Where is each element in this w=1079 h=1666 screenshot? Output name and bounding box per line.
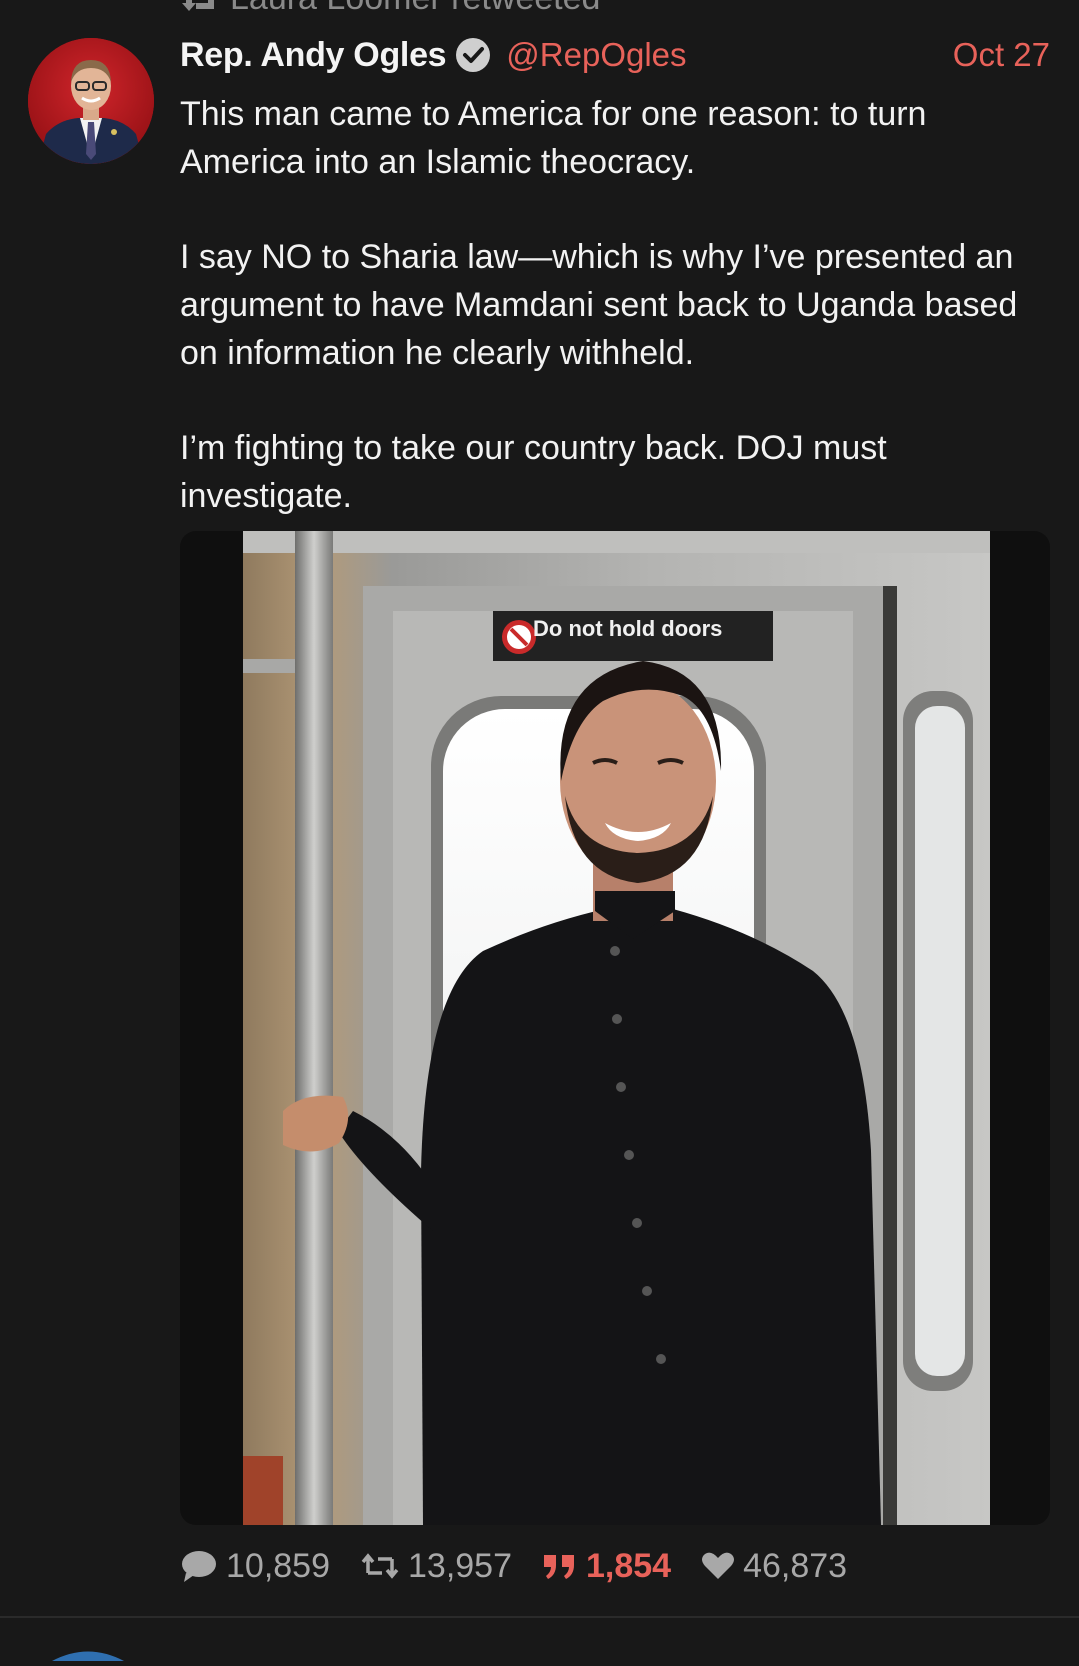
retweet-icon xyxy=(361,1553,399,1579)
tweet-actions: 10,859 13,957 1,854 46,873 xyxy=(180,1540,877,1592)
reply-icon xyxy=(182,1551,216,1582)
quote-count: 1,854 xyxy=(586,1546,672,1585)
retweet-context[interactable]: Laura Loomer retweeted xyxy=(180,0,600,18)
tweet-body: This man came to America for one reason:… xyxy=(180,90,1050,520)
tweet-paragraph: This man came to America for one reason:… xyxy=(180,95,927,181)
tweet-date[interactable]: Oct 27 xyxy=(953,36,1050,74)
tweet-media[interactable]: Do not hold doors xyxy=(180,531,1050,1525)
like-button[interactable]: 46,873 xyxy=(701,1547,847,1586)
tweet-header: Rep. Andy Ogles @RepOgles Oct 27 xyxy=(180,30,1050,80)
media-sign-text: Do not hold doors xyxy=(533,616,723,641)
next-tweet-avatar xyxy=(52,1651,124,1661)
media-photo xyxy=(243,531,990,1525)
verified-badge-icon xyxy=(456,38,491,72)
retweet-count: 13,957 xyxy=(408,1546,512,1585)
retweet-icon xyxy=(182,0,214,11)
heart-icon xyxy=(702,1552,735,1579)
retweet-context-text: Laura Loomer retweeted xyxy=(230,0,600,18)
retweet-button[interactable]: 13,957 xyxy=(360,1547,512,1586)
avatar[interactable] xyxy=(28,38,154,164)
reply-count: 10,859 xyxy=(226,1546,330,1585)
author-handle[interactable]: @RepOgles xyxy=(506,36,686,74)
avatar-photo xyxy=(28,38,154,164)
quote-button[interactable]: 1,854 xyxy=(542,1547,671,1586)
reply-button[interactable]: 10,859 xyxy=(180,1547,330,1586)
next-tweet-peek[interactable] xyxy=(0,1618,1079,1661)
tweet-paragraph: I say NO to Sharia law—which is why I’ve… xyxy=(180,238,1018,372)
tweet-paragraph: I’m fighting to take our country back. D… xyxy=(180,429,887,515)
quote-icon xyxy=(544,1555,574,1579)
like-count: 46,873 xyxy=(743,1546,848,1585)
author-display-name[interactable]: Rep. Andy Ogles xyxy=(180,36,447,75)
